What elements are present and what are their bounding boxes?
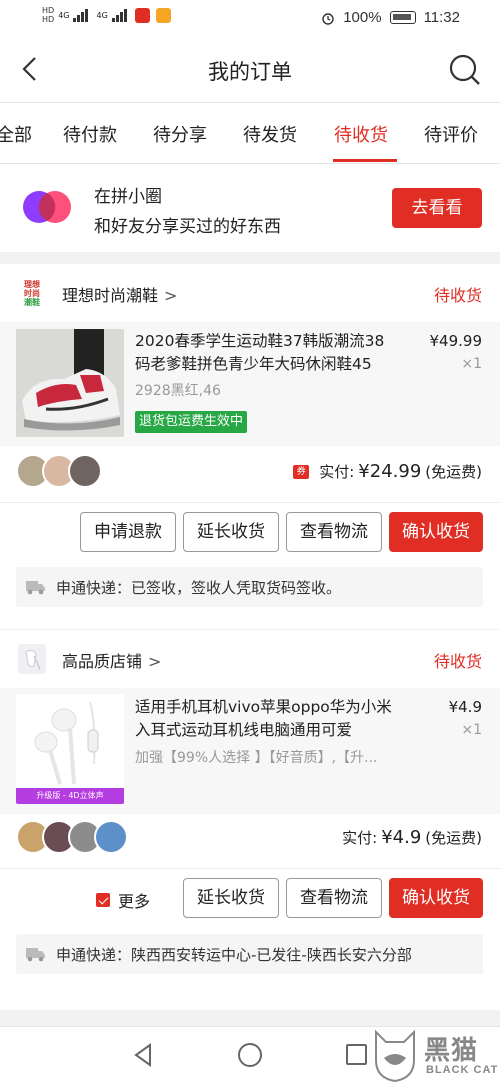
network-label-2: 4G [96, 10, 108, 20]
extend-receipt-button[interactable]: 延长收货 [183, 512, 279, 552]
promo-go-button[interactable]: 去看看 [392, 188, 482, 228]
tab-pending-payment[interactable]: 待付款 [63, 121, 117, 147]
more-button[interactable]: 更多 [96, 888, 150, 912]
paid-amount: ¥4.9 [381, 827, 422, 848]
status-bar: HD HD 4G 4G 100% 11:32 [0, 0, 500, 36]
divider [0, 868, 500, 869]
tab-pending-shipment[interactable]: 待发货 [243, 121, 297, 147]
logistics-info[interactable]: 申通快递：已签收，签收人凭取货码签收。 [16, 567, 483, 607]
order-tabs: 全部 待付款 待分享 待发货 待收货 待评价 [0, 102, 500, 164]
nav-recent-apps-icon[interactable] [346, 1044, 367, 1065]
watermark-text-cn: 黑猫 [424, 1036, 479, 1066]
product-title: 2020春季学生运动鞋37韩版潮流38 码老爹鞋拼色青少年大码休闲鞋45 [135, 332, 385, 373]
status-left: HD HD 4G 4G [42, 6, 171, 24]
shipping-note: (免运费) [425, 829, 482, 847]
view-logistics-button[interactable]: 查看物流 [286, 878, 382, 918]
hd-icon: HD HD [42, 6, 55, 24]
paid-label: 实付: [319, 463, 355, 481]
view-logistics-button[interactable]: 查看物流 [286, 512, 382, 552]
watermark: 黑猫 BLACK CAT [372, 1028, 500, 1083]
notification-app-icon-2 [155, 7, 171, 23]
order-card: 理想 时尚 潮鞋 理想时尚潮鞋 > 待收货 2020春季学生运动鞋37韩版潮流38… [0, 264, 500, 629]
product-row[interactable]: 2020春季学生运动鞋37韩版潮流38 码老爹鞋拼色青少年大码休闲鞋45 ¥49… [0, 322, 500, 446]
logistics-text: 申通快递：已签收，签收人凭取货码签收。 [56, 579, 342, 597]
extend-receipt-button[interactable]: 延长收货 [183, 878, 279, 918]
active-tab-indicator [333, 159, 397, 162]
chevron-right-icon: > [148, 652, 162, 671]
confirm-receipt-button[interactable]: 确认收货 [389, 512, 483, 552]
promo-banner: 在拼小圈 和好友分享买过的好东西 去看看 [0, 164, 500, 252]
battery-percent: 100% [343, 9, 382, 26]
product-price: ¥49.99 [429, 332, 483, 350]
tab-all[interactable]: 全部 [0, 121, 32, 147]
more-icon [96, 893, 110, 907]
clock: 11:32 [423, 9, 460, 26]
svg-text:潮鞋: 潮鞋 [24, 297, 40, 307]
request-refund-button[interactable]: 申请退款 [80, 512, 176, 552]
product-price: ¥4.9 [448, 698, 482, 716]
black-cat-logo-icon [375, 1029, 415, 1083]
paid-amount: ¥24.99 [358, 461, 422, 482]
paid-amount-row: 券 实付: ¥24.99 (免运费) [293, 461, 482, 482]
nav-home-icon[interactable] [238, 1043, 262, 1067]
nav-back-icon[interactable] [132, 1043, 154, 1067]
truck-icon [26, 581, 45, 595]
earphones-image [16, 694, 124, 788]
tab-pending-receipt[interactable]: 待收货 [334, 121, 388, 147]
promo-title: 在拼小圈 [94, 187, 162, 207]
shipping-note: (免运费) [425, 463, 482, 481]
chevron-right-icon: > [164, 286, 178, 305]
product-spec: 2928黑红,46 [135, 383, 221, 399]
more-label: 更多 [118, 892, 151, 911]
battery-icon [389, 11, 416, 24]
shop-row[interactable]: 高品质店铺 > 待收货 [0, 630, 500, 688]
product-title: 适用手机耳机vivo苹果oppo华为小米 入耳式运动耳机线电脑通用可爱 [135, 698, 392, 739]
svg-text:时尚: 时尚 [24, 288, 40, 298]
divider [0, 502, 500, 503]
pinxiaoquan-logo-icon [23, 191, 71, 223]
notification-app-icon [134, 7, 150, 23]
product-thumbnail[interactable] [16, 329, 124, 437]
order-card: 高品质店铺 > 待收货 升级版 - 4D立体声 适用手机耳机vivo苹果oppo华… [0, 630, 500, 1010]
shop-name[interactable]: 理想时尚潮鞋 > [62, 282, 177, 306]
tab-pending-review[interactable]: 待评价 [424, 121, 478, 147]
order-status: 待收货 [433, 652, 482, 671]
alarm-icon [322, 12, 334, 25]
page-title: 我的订单 [208, 60, 292, 84]
logistics-text: 申通快递：陕西西安转运中心-已发往-陕西长安六分部 [56, 946, 412, 964]
header-bar: 我的订单 [0, 36, 500, 102]
product-quantity: ×1 [461, 356, 482, 372]
order-status: 待收货 [433, 286, 482, 305]
shop-logo [18, 644, 46, 674]
buyer-avatars [16, 820, 128, 854]
logistics-info[interactable]: 申通快递：陕西西安转运中心-已发往-陕西长安六分部 [16, 934, 483, 974]
paid-label: 实付: [342, 829, 378, 847]
product-row[interactable]: 升级版 - 4D立体声 适用手机耳机vivo苹果oppo华为小米 入耳式运动耳机… [0, 688, 500, 814]
svg-text:理想: 理想 [24, 279, 40, 289]
avatar [94, 820, 128, 854]
coupon-icon: 券 [293, 464, 310, 479]
shop-row[interactable]: 理想 时尚 潮鞋 理想时尚潮鞋 > 待收货 [0, 264, 500, 322]
confirm-receipt-button[interactable]: 确认收货 [389, 878, 483, 918]
signal-icon [73, 8, 89, 22]
tab-pending-share[interactable]: 待分享 [153, 121, 207, 147]
product-spec: 加强【99%人选择 】【好音质】,【升... [135, 750, 378, 766]
buyer-avatars [16, 454, 102, 488]
shop-name[interactable]: 高品质店铺 > [62, 648, 161, 672]
truck-icon [26, 948, 45, 962]
product-quantity: ×1 [461, 722, 482, 738]
return-shipping-badge: 退货包运费生效中 [135, 411, 248, 433]
search-icon[interactable] [448, 53, 482, 87]
watermark-text-en: BLACK CAT [426, 1064, 499, 1076]
paid-amount-row: 实付: ¥4.9 (免运费) [342, 827, 482, 848]
network-label-1: 4G [58, 10, 70, 20]
shop-logo: 理想 时尚 潮鞋 [18, 278, 46, 308]
promo-subtitle: 和好友分享买过的好东西 [94, 217, 281, 237]
status-right: 100% 11:32 [321, 9, 460, 26]
signal-icon-2 [111, 8, 127, 22]
avatar [68, 454, 102, 488]
product-thumbnail[interactable]: 升级版 - 4D立体声 [16, 694, 124, 804]
thumbnail-caption: 升级版 - 4D立体声 [16, 788, 124, 804]
